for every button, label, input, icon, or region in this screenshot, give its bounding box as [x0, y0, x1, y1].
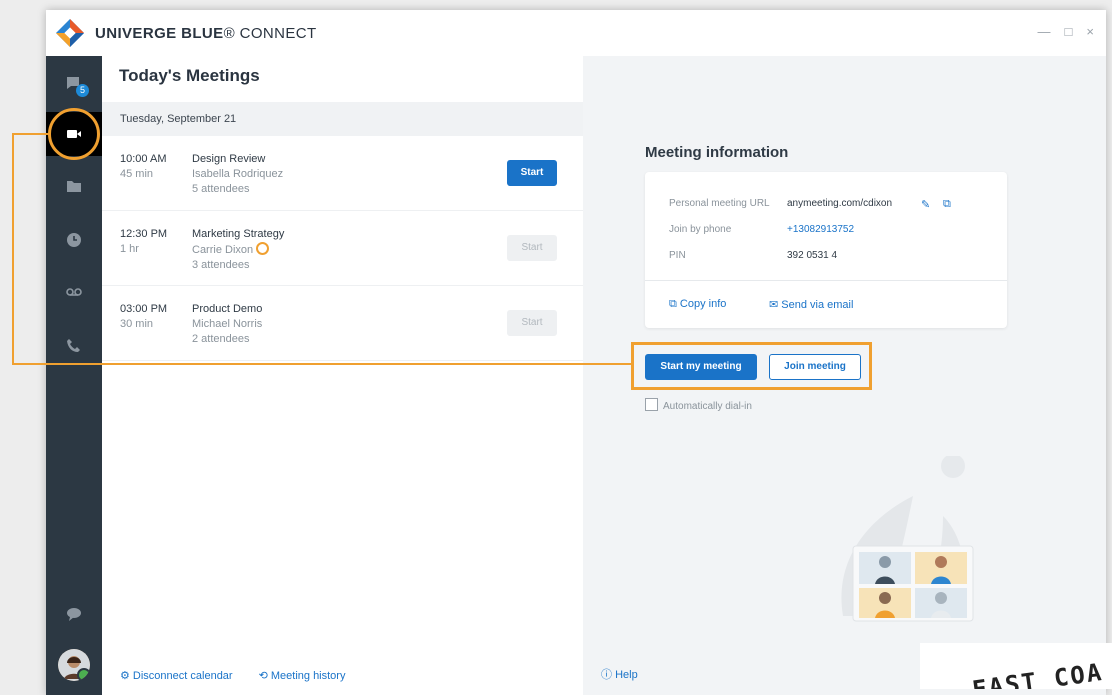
title-bar: UNIVERGE BLUE® CONNECT — □ ×: [46, 10, 1106, 56]
presence-status-icon: [77, 668, 90, 681]
univerge-logo: [56, 19, 84, 47]
sidebar-item-voicemail[interactable]: [46, 270, 102, 314]
send-email-button[interactable]: ✉ Send via email: [769, 298, 853, 311]
auto-dial-option: Automatically dial-in: [645, 398, 752, 412]
pin-row: PIN 392 0531 4: [669, 250, 838, 261]
meeting-time: 03:00 PM 30 min: [120, 303, 168, 330]
maximize-button[interactable]: □: [1065, 24, 1073, 39]
watermark-stamp: EAST COA: [920, 643, 1112, 689]
card-divider: [645, 280, 1007, 281]
disconnect-calendar-link[interactable]: ⚙ Disconnect calendar: [120, 669, 233, 682]
meeting-time: 12:30 PM 1 hr: [120, 228, 168, 255]
help-link[interactable]: ⓘ Help: [601, 666, 638, 682]
meeting-details: Design Review Isabella Rodriquez 5 atten…: [192, 153, 284, 195]
auto-dial-checkbox[interactable]: [645, 398, 658, 411]
meeting-row[interactable]: 10:00 AM 45 min Design Review Isabella Ro…: [102, 136, 583, 211]
minimize-button[interactable]: —: [1038, 24, 1051, 39]
meetings-footer: ⚙ Disconnect calendar ⟲ Meeting history: [120, 669, 345, 682]
copy-info-button[interactable]: ⧉ Copy info: [669, 298, 726, 311]
phone-row: Join by phone +13082913752: [669, 224, 855, 235]
folder-icon: [67, 181, 81, 192]
meetings-pane: Today's Meetings Tuesday, September 21 1…: [102, 56, 584, 695]
voicemail-icon: [66, 288, 82, 296]
start-meeting-button[interactable]: Start: [507, 160, 557, 186]
meeting-row[interactable]: 12:30 PM 1 hr Marketing Strategy Carrie D…: [102, 211, 583, 286]
pin-value: 392 0531 4: [787, 250, 838, 261]
edit-icon[interactable]: ✎: [921, 198, 930, 211]
annotation-line: [12, 363, 632, 365]
meeting-url[interactable]: anymeeting.com/cdixon: [787, 198, 892, 209]
start-meeting-button[interactable]: Start: [507, 310, 557, 336]
meeting-time: 10:00 AM 45 min: [120, 153, 167, 180]
annotation-line: [12, 133, 50, 135]
meeting-row[interactable]: 03:00 PM 30 min Product Demo Michael Norr…: [102, 286, 583, 361]
url-row: Personal meeting URL anymeeting.com/cdix…: [669, 198, 893, 209]
chat-badge: 5: [76, 84, 89, 97]
sidebar-item-history[interactable]: [46, 218, 102, 262]
annotation-circle: [48, 108, 100, 160]
app-window: UNIVERGE BLUE® CONNECT — □ × 5 Today's M…: [46, 10, 1106, 695]
copy-url-icon[interactable]: ⧉: [943, 198, 951, 211]
phone-icon: [67, 339, 80, 352]
sidebar-item-chat[interactable]: 5: [46, 62, 102, 106]
date-header: Tuesday, September 21: [102, 102, 583, 136]
start-meeting-button[interactable]: Start: [507, 235, 557, 261]
user-avatar[interactable]: [58, 649, 90, 681]
sidebar-item-feedback[interactable]: [46, 592, 102, 636]
annotation-box: [631, 342, 872, 390]
meeting-details: Marketing Strategy Carrie Dixon 3 attend…: [192, 228, 285, 271]
annotation-line: [12, 133, 14, 365]
video-call-illustration: [841, 456, 974, 622]
page-title: Today's Meetings: [119, 66, 260, 85]
organizer-icon: [256, 242, 270, 255]
clock-icon: [67, 233, 81, 247]
sidebar-item-phone[interactable]: [46, 324, 102, 368]
app-title: UNIVERGE BLUE® CONNECT: [95, 24, 317, 42]
window-controls: — □ ×: [1038, 24, 1094, 39]
stamp-text: EAST COA: [970, 657, 1105, 689]
meeting-info-title: Meeting information: [645, 144, 789, 161]
meeting-info-card: Personal meeting URL anymeeting.com/cdix…: [645, 172, 1007, 328]
sidebar-item-files[interactable]: [46, 164, 102, 208]
phone-number[interactable]: +13082913752: [787, 224, 854, 235]
speech-bubble-icon: [67, 608, 81, 621]
meeting-details: Product Demo Michael Norris 2 attendees: [192, 303, 263, 345]
meeting-history-link[interactable]: ⟲ Meeting history: [259, 669, 346, 682]
close-button[interactable]: ×: [1086, 24, 1094, 39]
